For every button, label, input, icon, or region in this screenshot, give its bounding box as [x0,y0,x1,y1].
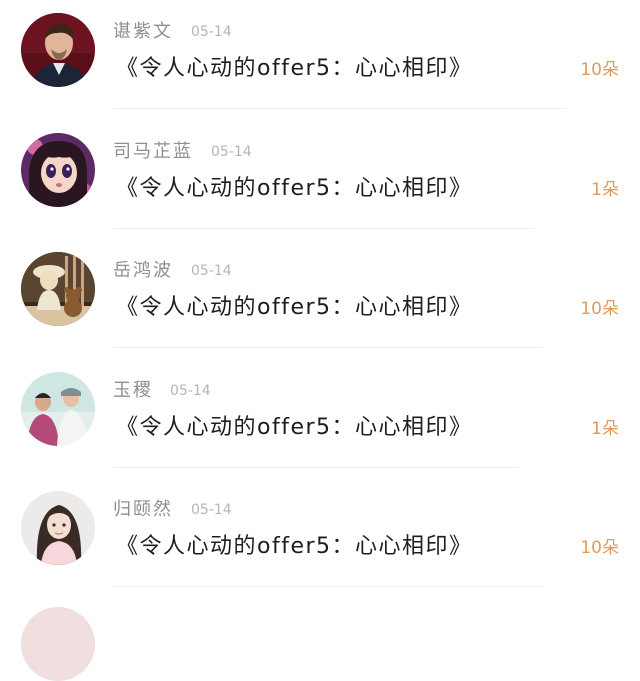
sent-date: 05-14 [191,24,232,40]
avatar[interactable] [21,252,95,326]
avatar[interactable] [21,371,95,446]
divider [113,586,543,587]
avatar[interactable] [21,607,95,681]
sent-date: 05-14 [211,143,252,160]
divider [113,466,518,468]
list-item[interactable]: 岳鸿波 05-14 《令人心动的offer5：心心相印》 10朵 [0,239,640,359]
avatar-couple-icon [21,371,95,446]
flower-count: 1朵 [591,179,619,200]
avatar[interactable] [21,132,95,207]
avatar-child-teddy-icon [21,252,95,326]
sent-date: 05-14 [191,502,232,518]
gift-title: 《令人心动的offer5：心心相印》 [116,175,473,201]
list-item[interactable]: 谌紫文 05-14 《令人心动的offer5：心心相印》 10朵 [0,0,640,120]
sender-name: 司马芷蓝 [113,140,193,162]
list-item[interactable]: 司马芷蓝 05-14 《令人心动的offer5：心心相印》 1朵 [0,120,640,240]
avatar[interactable] [21,491,95,565]
list-item[interactable]: 玉稷 05-14 《令人心动的offer5：心心相印》 1朵 [0,359,640,479]
gift-title: 《令人心动的offer5：心心相印》 [116,295,473,320]
sent-date: 05-14 [191,263,232,279]
gift-title: 《令人心动的offer5：心心相印》 [116,414,473,440]
sender-name: 谌紫文 [113,21,173,42]
list-item[interactable]: 归颐然 05-14 《令人心动的offer5：心心相印》 10朵 [0,478,640,598]
sent-date: 05-14 [170,382,211,399]
avatar-anime-girl-icon [21,132,95,207]
flower-count: 10朵 [580,60,619,80]
gift-title: 《令人心动的offer5：心心相印》 [116,534,473,559]
flower-count: 1朵 [591,418,619,439]
divider [113,347,543,348]
gift-title: 《令人心动的offer5：心心相印》 [116,56,473,81]
flower-count: 10朵 [580,299,619,319]
sender-name: 归颐然 [113,499,173,520]
divider [113,227,533,229]
flower-count: 10朵 [580,538,619,558]
divider [113,108,565,109]
sender-name: 玉稷 [113,379,153,401]
avatar-girl-portrait-icon [21,491,95,565]
sender-name: 岳鸿波 [113,260,173,281]
avatar[interactable] [21,13,95,87]
avatar-man-suit-icon [21,13,95,87]
